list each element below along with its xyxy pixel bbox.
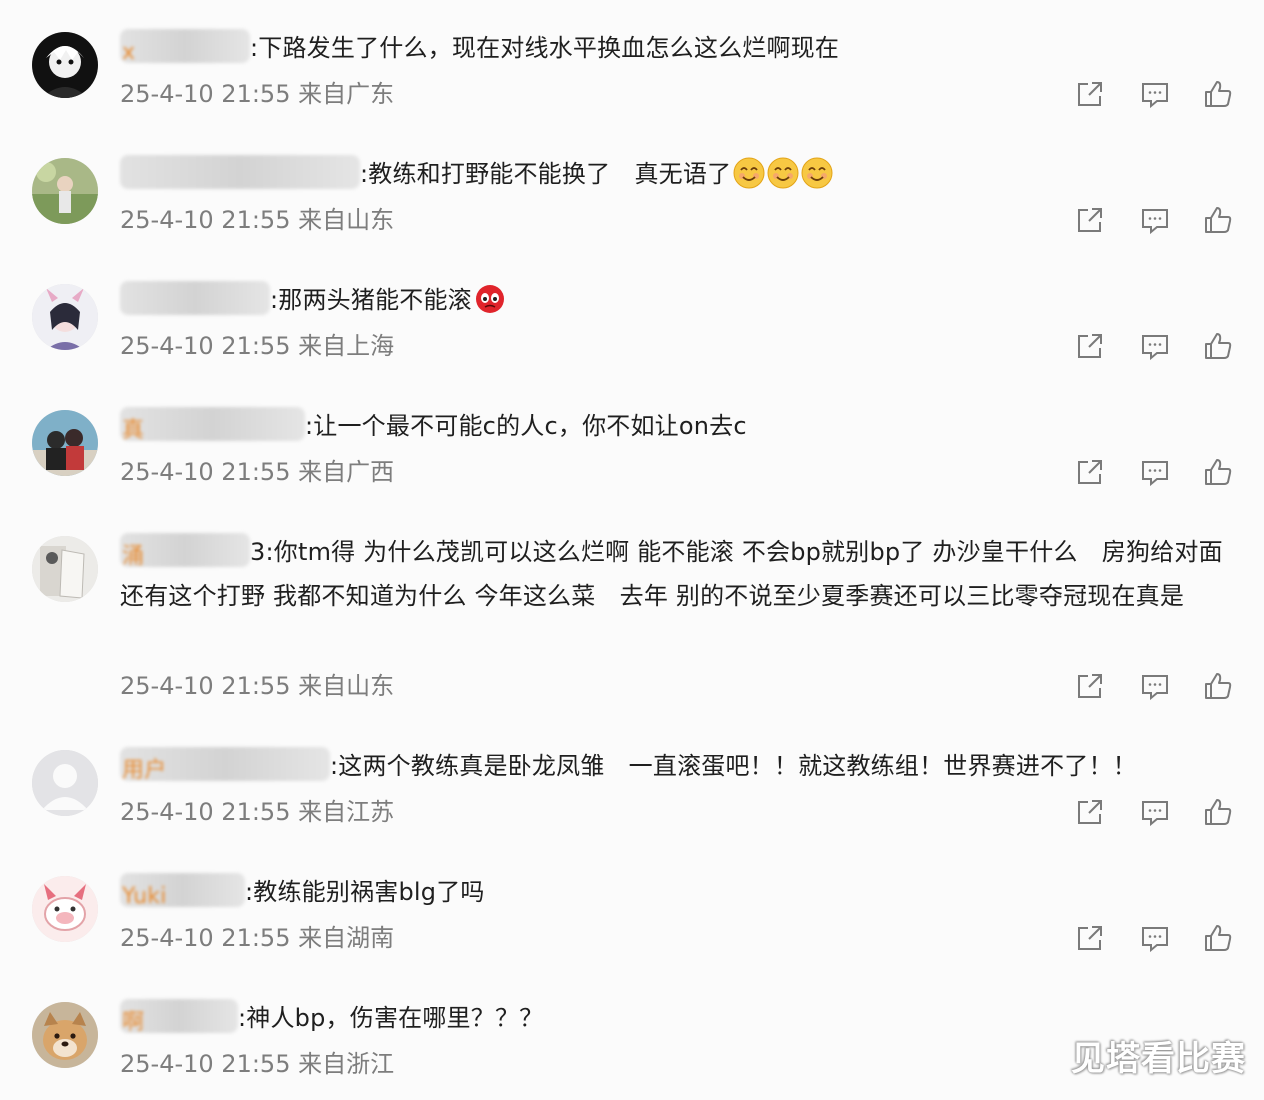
- like-icon[interactable]: [1202, 796, 1234, 828]
- avatar[interactable]: [32, 32, 98, 98]
- comment-actions: [1072, 330, 1242, 362]
- timestamp: 25-4-10 21:55: [120, 798, 291, 826]
- comment-icon[interactable]: [1139, 922, 1171, 954]
- comment-body: :下路发生了什么，现在对线水平换血怎么这么烂啊现在: [250, 34, 840, 62]
- timestamp: 25-4-10 21:55: [120, 672, 291, 700]
- comment-text: 真 :让一个最不可能c的人c，你不如让on去c: [120, 404, 1230, 448]
- comment-actions: [1072, 670, 1242, 702]
- location: 来自山东: [298, 672, 395, 700]
- username-blurred[interactable]: 用户: [120, 747, 330, 781]
- like-icon[interactable]: [1202, 330, 1234, 362]
- comment-text: 用户 :这两个教练真是卧龙凤雏 一直滚蛋吧！！就这教练组！世界赛进不了！！: [120, 744, 1230, 788]
- comment-icon[interactable]: [1139, 330, 1171, 362]
- comment-meta: 25-4-10 21:55 来自广东: [120, 79, 394, 109]
- avatar[interactable]: [32, 876, 98, 942]
- comment-meta: 25-4-10 21:55 来自浙江: [120, 1049, 394, 1079]
- username-blurred[interactable]: 涌: [120, 533, 250, 567]
- comment-meta: 25-4-10 21:55 来自山东: [120, 671, 394, 701]
- like-icon[interactable]: [1202, 204, 1234, 236]
- comment-meta: 25-4-10 21:55 来自广西: [120, 457, 394, 487]
- username-blurred[interactable]: [120, 281, 270, 315]
- username-text: 涌: [122, 544, 145, 567]
- username-text: 啊: [122, 1010, 145, 1033]
- share-icon[interactable]: [1074, 78, 1106, 110]
- username-blurred[interactable]: [120, 155, 360, 189]
- location: 来自山东: [298, 206, 395, 234]
- username-text: 用户: [122, 758, 167, 781]
- timestamp: 25-4-10 21:55: [120, 924, 291, 952]
- share-icon[interactable]: [1074, 330, 1106, 362]
- like-icon[interactable]: [1202, 922, 1234, 954]
- comment-actions: [1072, 456, 1242, 488]
- username-blurred[interactable]: 真: [120, 407, 305, 441]
- location: 来自江苏: [298, 798, 395, 826]
- username-blurred[interactable]: 啊: [120, 999, 238, 1033]
- timestamp: 25-4-10 21:55: [120, 458, 291, 486]
- comment-actions: [1072, 78, 1242, 110]
- smile-emoji: [767, 157, 799, 189]
- avatar[interactable]: [32, 536, 98, 602]
- location: 来自上海: [298, 332, 395, 360]
- comment-text: 涌 3:你tm得 为什么茂凯可以这么烂啊 能不能滚 不会bp就别bp了 办沙皇干什…: [120, 530, 1247, 618]
- comment-text: 啊 :神人bp，伤害在哪里？？？: [120, 996, 1230, 1040]
- share-icon[interactable]: [1074, 670, 1106, 702]
- comment-meta: 25-4-10 21:55 来自上海: [120, 331, 394, 361]
- comment-body: 3:你tm得 为什么茂凯可以这么烂啊 能不能滚 不会bp就别bp了 办沙皇干什么…: [120, 538, 1247, 610]
- comment-actions: [1072, 796, 1242, 828]
- avatar[interactable]: [32, 1002, 98, 1068]
- comment-meta: 25-4-10 21:55 来自山东: [120, 205, 394, 235]
- smile-emoji: [801, 157, 833, 189]
- comment-icon[interactable]: [1139, 456, 1171, 488]
- comment-icon[interactable]: [1139, 670, 1171, 702]
- username-text: x: [122, 40, 136, 63]
- comment-icon[interactable]: [1139, 796, 1171, 828]
- location: 来自浙江: [298, 1050, 395, 1078]
- comment-body: :这两个教练真是卧龙凤雏 一直滚蛋吧！！就这教练组！世界赛进不了！！: [330, 752, 1137, 780]
- username-blurred[interactable]: x: [120, 29, 250, 63]
- comment-meta: 25-4-10 21:55 来自江苏: [120, 797, 394, 827]
- avatar[interactable]: [32, 284, 98, 350]
- watermark: 见塔看比赛: [1071, 1039, 1246, 1079]
- like-icon[interactable]: [1202, 670, 1234, 702]
- username-text: 真: [122, 418, 145, 441]
- comment-body: :神人bp，伤害在哪里？？？: [238, 1004, 544, 1032]
- username-text: Yuki: [122, 884, 167, 907]
- location: 来自湖南: [298, 924, 395, 952]
- comment-body: :教练能别祸害blg了吗: [245, 878, 485, 906]
- timestamp: 25-4-10 21:55: [120, 80, 291, 108]
- smile-emoji: [733, 157, 765, 189]
- comment-body: :那两头猪能不能滚: [270, 286, 472, 314]
- like-icon[interactable]: [1202, 78, 1234, 110]
- avatar[interactable]: [32, 410, 98, 476]
- comment-text: :教练和打野能不能换了 真无语了: [120, 152, 1230, 196]
- like-icon[interactable]: [1202, 456, 1234, 488]
- username-blurred[interactable]: Yuki: [120, 873, 245, 907]
- comment-icon[interactable]: [1139, 204, 1171, 236]
- avatar[interactable]: [32, 158, 98, 224]
- comment-body: :教练和打野能不能换了 真无语了: [360, 160, 732, 188]
- comment-body: :让一个最不可能c的人c，你不如让on去c: [305, 412, 747, 440]
- comment-text: x :下路发生了什么，现在对线水平换血怎么这么烂啊现在: [120, 26, 1230, 70]
- avatar[interactable]: [32, 750, 98, 816]
- comment-text: Yuki :教练能别祸害blg了吗: [120, 870, 1230, 914]
- comment-text: :那两头猪能不能滚: [120, 278, 1230, 322]
- comment-icon[interactable]: [1139, 78, 1171, 110]
- timestamp: 25-4-10 21:55: [120, 206, 291, 234]
- location: 来自广东: [298, 80, 395, 108]
- share-icon[interactable]: [1074, 204, 1106, 236]
- comment-actions: [1072, 204, 1242, 236]
- comment-actions: [1072, 922, 1242, 954]
- timestamp: 25-4-10 21:55: [120, 332, 291, 360]
- timestamp: 25-4-10 21:55: [120, 1050, 291, 1078]
- location: 来自广西: [298, 458, 395, 486]
- comment-meta: 25-4-10 21:55 来自湖南: [120, 923, 394, 953]
- share-icon[interactable]: [1074, 456, 1106, 488]
- angry-emoji: [474, 283, 506, 315]
- share-icon[interactable]: [1074, 922, 1106, 954]
- share-icon[interactable]: [1074, 796, 1106, 828]
